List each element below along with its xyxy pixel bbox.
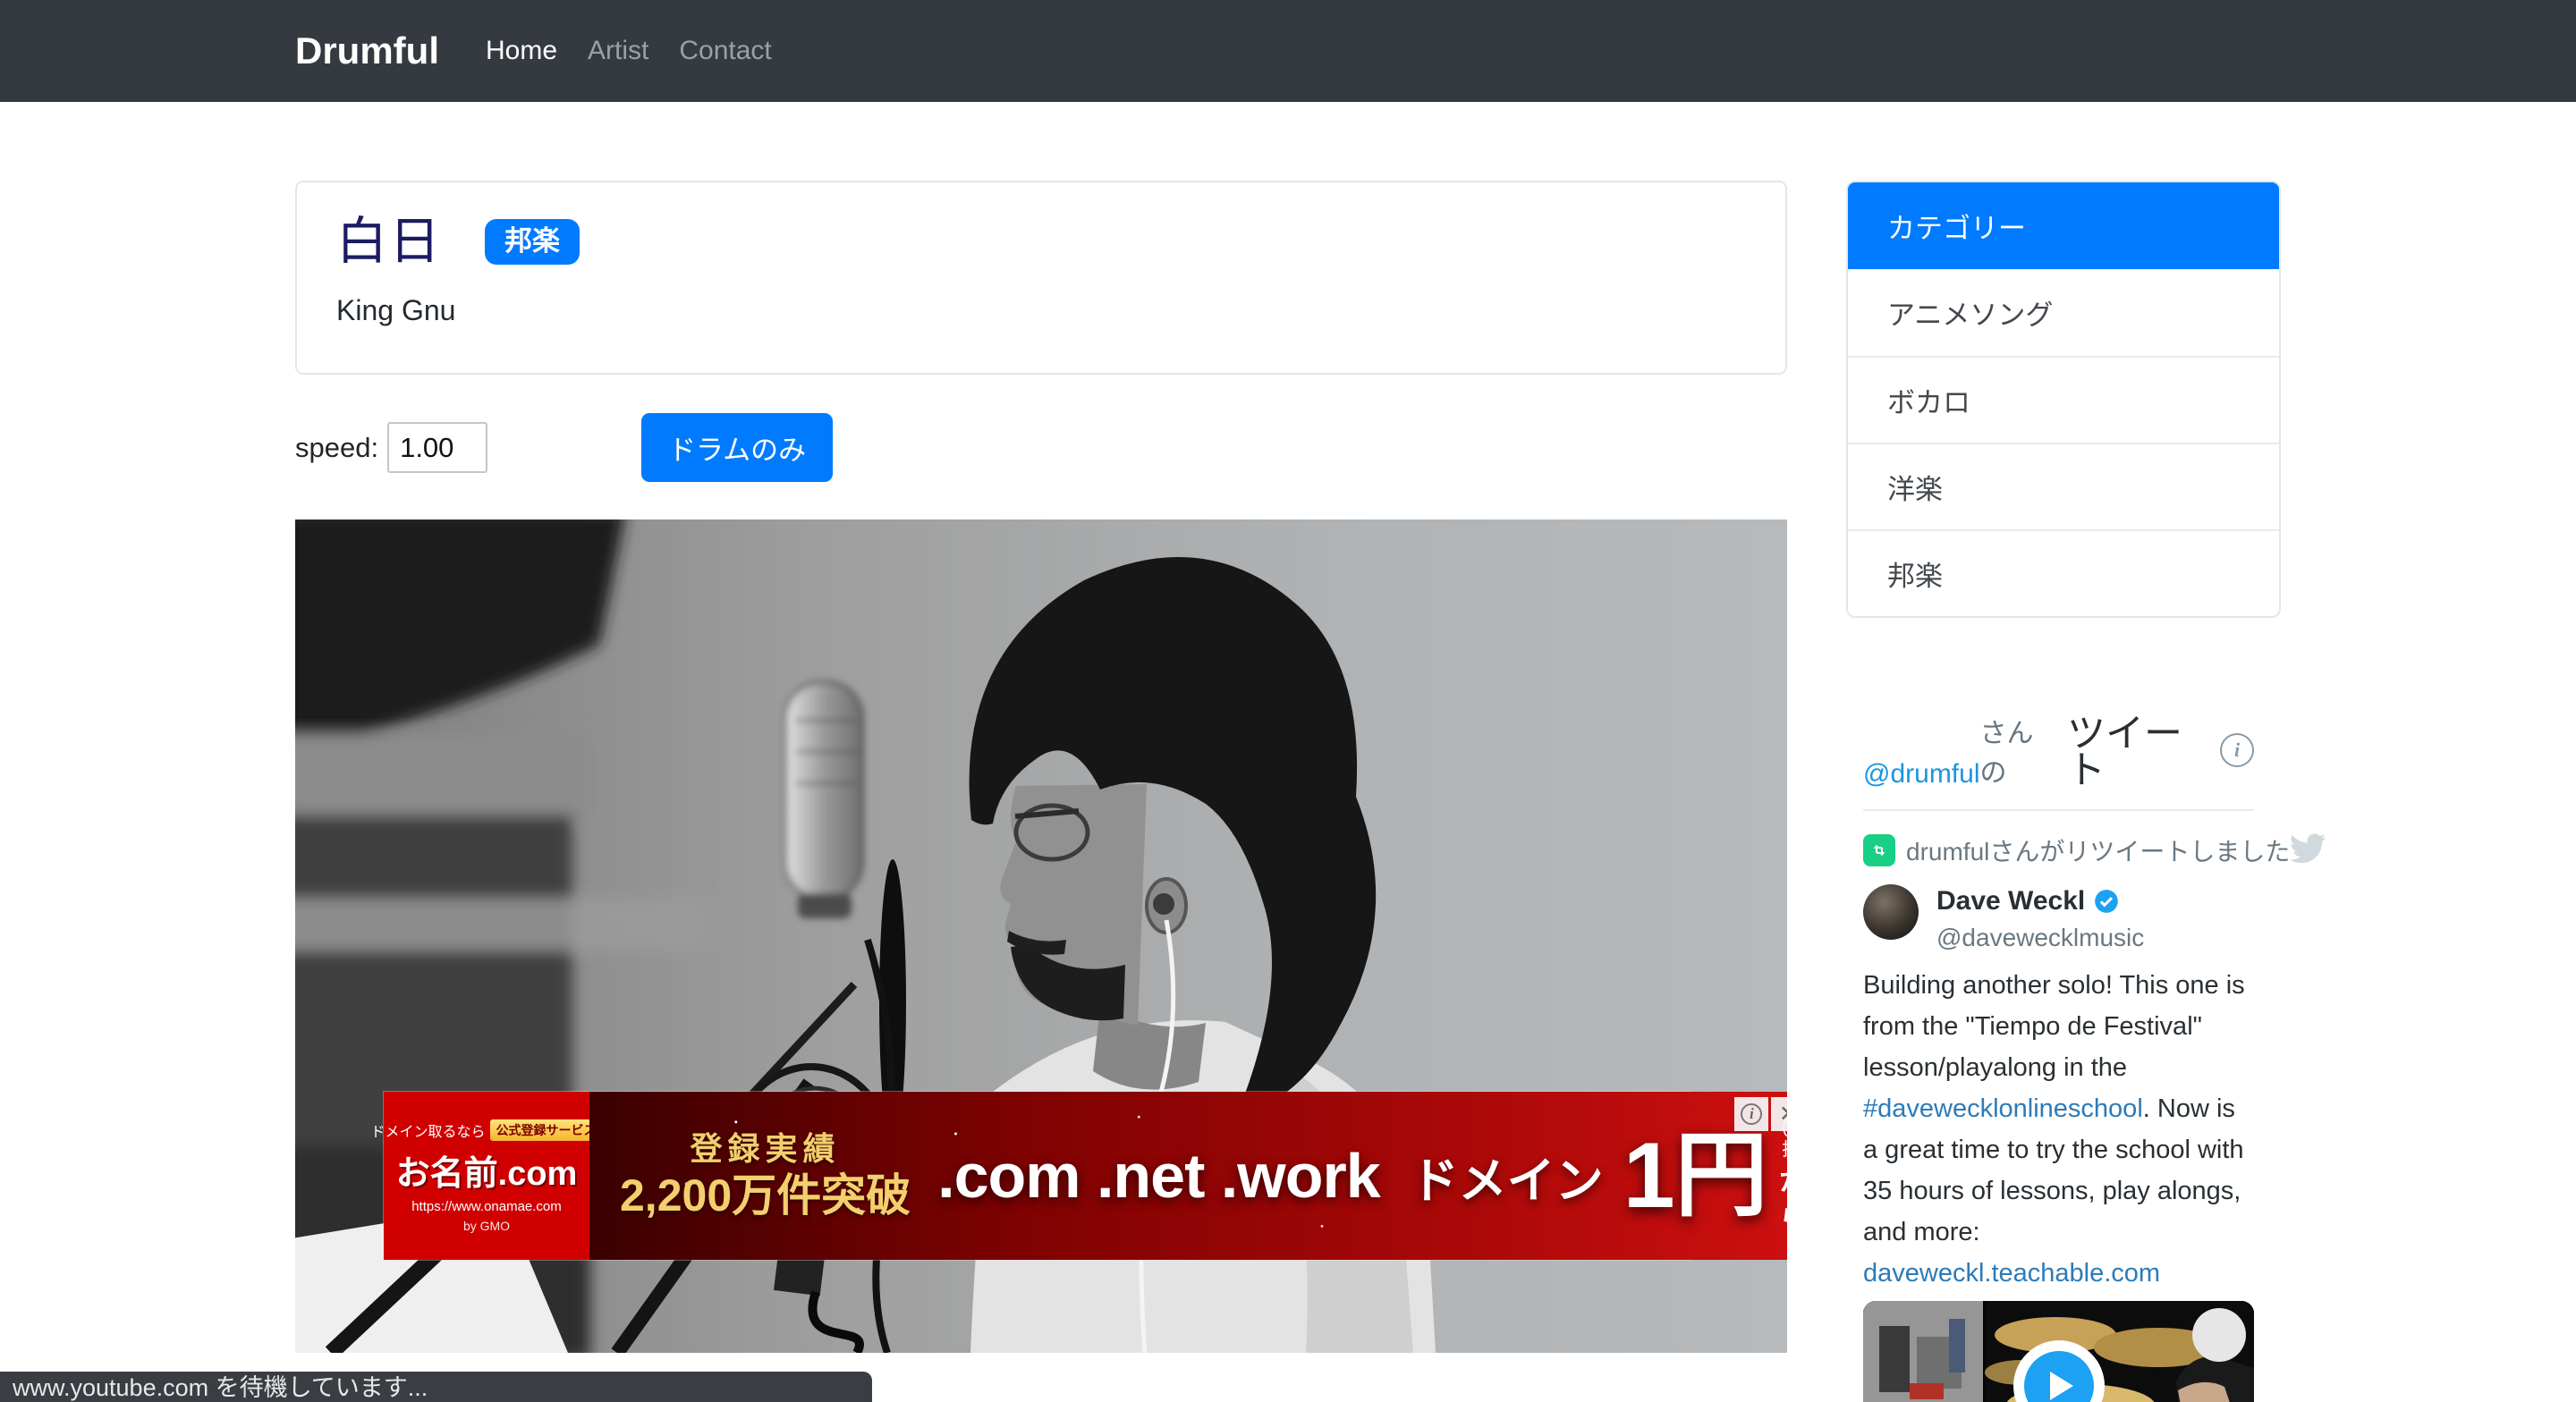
ad-banner[interactable]: ドメイン取るなら 公式登録サービス お名前.com https://www.on… <box>384 1092 1691 1260</box>
ad-tlds: .com .net .work <box>937 1140 1380 1212</box>
divider <box>1863 809 2254 811</box>
retweet-icon <box>1863 834 1895 866</box>
tweet-video-thumbnail[interactable] <box>1863 1301 2254 1402</box>
song-card: 白日 邦楽 King Gnu <box>295 181 1787 375</box>
browser-status-bar: www.youtube.com を待機しています... <box>0 1372 872 1402</box>
ad-from-word: から <box>1777 1161 1787 1236</box>
tweet-hashtag-link[interactable]: #davewecklonlineschool <box>1863 1094 2143 1123</box>
retweet-notice-row: drumfulさんがリツイートしました <box>1863 832 2254 868</box>
tweet-url-link[interactable]: daveweckl.teachable.com <box>1863 1259 2160 1288</box>
song-artist: King Gnu <box>336 294 1785 327</box>
song-title-row: 白日 邦楽 <box>336 216 1785 267</box>
ad-domain-word: ドメイン <box>1411 1141 1604 1212</box>
drums-only-button[interactable]: ドラムのみ <box>641 413 833 482</box>
ad-logo-badge: 公式登録サービス <box>490 1119 603 1141</box>
adchoices-icon: i <box>1741 1103 1762 1125</box>
tweet-author-name[interactable]: Dave Weckl <box>1936 886 2085 916</box>
youtube-player[interactable]: ドメイン取るなら 公式登録サービス お名前.com https://www.on… <box>295 519 1787 1353</box>
ad-logo-by: by GMO <box>463 1219 510 1233</box>
ad-close-button[interactable]: ✕ <box>1771 1097 1787 1131</box>
sidebar: カテゴリー アニメソング ボカロ 洋楽 邦楽 @drumful さんの ツイート… <box>1846 181 2281 1402</box>
category-header: カテゴリー <box>1848 182 2279 269</box>
retweet-notice: drumfulさんがリツイートしました <box>1906 832 2290 868</box>
nav-link-home[interactable]: Home <box>486 36 557 66</box>
ad-main: 登録実績 2,200万件突破 .com .net .work ドメイン 1円 (… <box>589 1092 1787 1260</box>
page-container: 白日 邦楽 King Gnu speed: ドラムのみ <box>0 102 2576 1402</box>
twitter-widget: @drumful さんの ツイート i drumfulさんがリツイートしました <box>1846 711 2281 1402</box>
ad-info-button[interactable]: i <box>1734 1097 1768 1131</box>
tweet-text: Building another solo! This one is from … <box>1863 965 2254 1294</box>
ad-stats: 登録実績 2,200万件突破 <box>620 1129 911 1221</box>
ad-price-note: (税抜) から <box>1777 1117 1787 1236</box>
category-list: カテゴリー アニメソング ボカロ 洋楽 邦楽 <box>1846 181 2281 618</box>
nav-link-contact[interactable]: Contact <box>679 36 771 66</box>
verified-badge-icon <box>2094 889 2119 914</box>
brand-drumful[interactable]: Drumful <box>295 30 439 72</box>
ad-stat-value: 2,200万件突破 <box>620 1169 911 1222</box>
avatar[interactable] <box>1863 884 1919 940</box>
speed-label: speed: <box>295 432 378 464</box>
ad-price: 1円 <box>1623 1129 1768 1222</box>
ad-stat-label: 登録実績 <box>620 1129 911 1168</box>
category-item-japanese[interactable]: 邦楽 <box>1848 529 2279 616</box>
twitter-widget-header: @drumful さんの ツイート i <box>1863 711 2254 790</box>
ad-logo-block: ドメイン取るなら 公式登録サービス お名前.com https://www.on… <box>384 1092 589 1260</box>
tweet-text-part: Building another solo! This one is from … <box>1863 971 2245 1082</box>
info-icon[interactable]: i <box>2220 733 2254 767</box>
twitter-header-title: ツイート <box>2067 716 2220 790</box>
twitter-header-suffix: さんの <box>1980 711 2061 790</box>
ad-logo-brand: お名前.com <box>396 1145 578 1195</box>
play-icon <box>2050 1372 2073 1400</box>
playback-controls: speed: ドラムのみ <box>295 413 1787 482</box>
ad-logo-url: https://www.onamae.com <box>411 1199 562 1214</box>
nav-link-artist[interactable]: Artist <box>588 36 648 66</box>
song-title: 白日 <box>336 216 442 267</box>
genre-badge[interactable]: 邦楽 <box>485 219 580 265</box>
twitter-handle-link[interactable]: @drumful <box>1863 759 1980 790</box>
category-item-animesong[interactable]: アニメソング <box>1848 269 2279 356</box>
twitter-bird-icon <box>2290 833 2326 868</box>
main-column: 白日 邦楽 King Gnu speed: ドラムのみ <box>295 181 1787 1402</box>
speed-input[interactable] <box>387 422 487 473</box>
category-item-vocaloid[interactable]: ボカロ <box>1848 356 2279 443</box>
category-item-western[interactable]: 洋楽 <box>1848 443 2279 529</box>
tweet-author-handle[interactable]: @davewecklmusic <box>1936 924 2144 952</box>
ad-logo-tagline: ドメイン取るなら <box>371 1119 486 1141</box>
tweet: Dave Weckl @davewecklmusic <box>1863 884 2254 952</box>
navbar: Drumful Home Artist Contact <box>0 0 2576 102</box>
